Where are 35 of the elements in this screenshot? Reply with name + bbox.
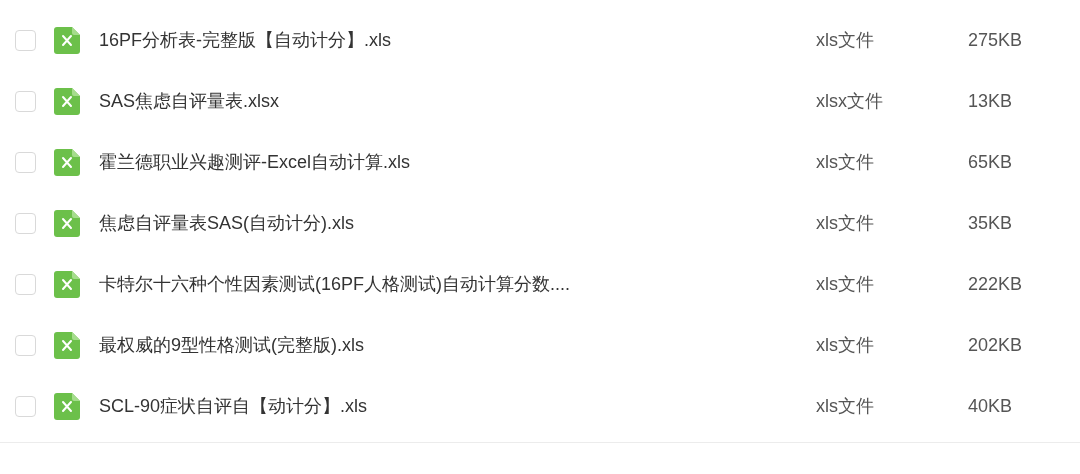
file-size: 65KB	[968, 151, 1013, 174]
file-name[interactable]: SCL-90症状自评自【动计分】.xls	[99, 393, 816, 420]
spreadsheet-file-icon	[54, 210, 80, 237]
checkbox[interactable]	[15, 213, 36, 234]
spreadsheet-file-icon	[54, 149, 80, 176]
file-type: xls文件	[816, 273, 875, 296]
checkbox[interactable]	[15, 152, 36, 173]
file-name[interactable]: 最权威的9型性格测试(完整版).xls	[99, 332, 816, 359]
file-name[interactable]: 焦虑自评量表SAS(自动计分).xls	[99, 210, 816, 237]
spreadsheet-file-icon	[54, 27, 80, 54]
file-name[interactable]: 16PF分析表-完整版【自动计分】.xls	[99, 27, 816, 54]
file-type: xlsx文件	[816, 90, 884, 113]
spreadsheet-file-icon	[54, 393, 80, 420]
file-name[interactable]: SAS焦虑自评量表.xlsx	[99, 88, 816, 115]
file-type: xls文件	[816, 334, 875, 357]
file-size: 40KB	[968, 395, 1013, 418]
file-size: 13KB	[968, 90, 1013, 113]
file-type: xls文件	[816, 151, 875, 174]
checkbox[interactable]	[15, 396, 36, 417]
checkbox[interactable]	[15, 91, 36, 112]
file-size: 222KB	[968, 273, 1023, 296]
file-size: 35KB	[968, 212, 1013, 235]
file-type: xls文件	[816, 395, 875, 418]
spreadsheet-file-icon	[54, 88, 80, 115]
checkbox[interactable]	[15, 274, 36, 295]
file-type: xls文件	[816, 212, 875, 235]
checkbox[interactable]	[15, 30, 36, 51]
file-size: 202KB	[968, 334, 1023, 357]
checkbox[interactable]	[15, 335, 36, 356]
file-type: xls文件	[816, 29, 875, 52]
file-size: 275KB	[968, 29, 1023, 52]
file-name[interactable]: 霍兰德职业兴趣测评-Excel自动计算.xls	[99, 149, 816, 176]
file-name[interactable]: 卡特尔十六种个性因素测试(16PF人格测试)自动计算分数....	[99, 271, 816, 298]
spreadsheet-file-icon	[54, 271, 80, 298]
spreadsheet-file-icon	[54, 332, 80, 359]
